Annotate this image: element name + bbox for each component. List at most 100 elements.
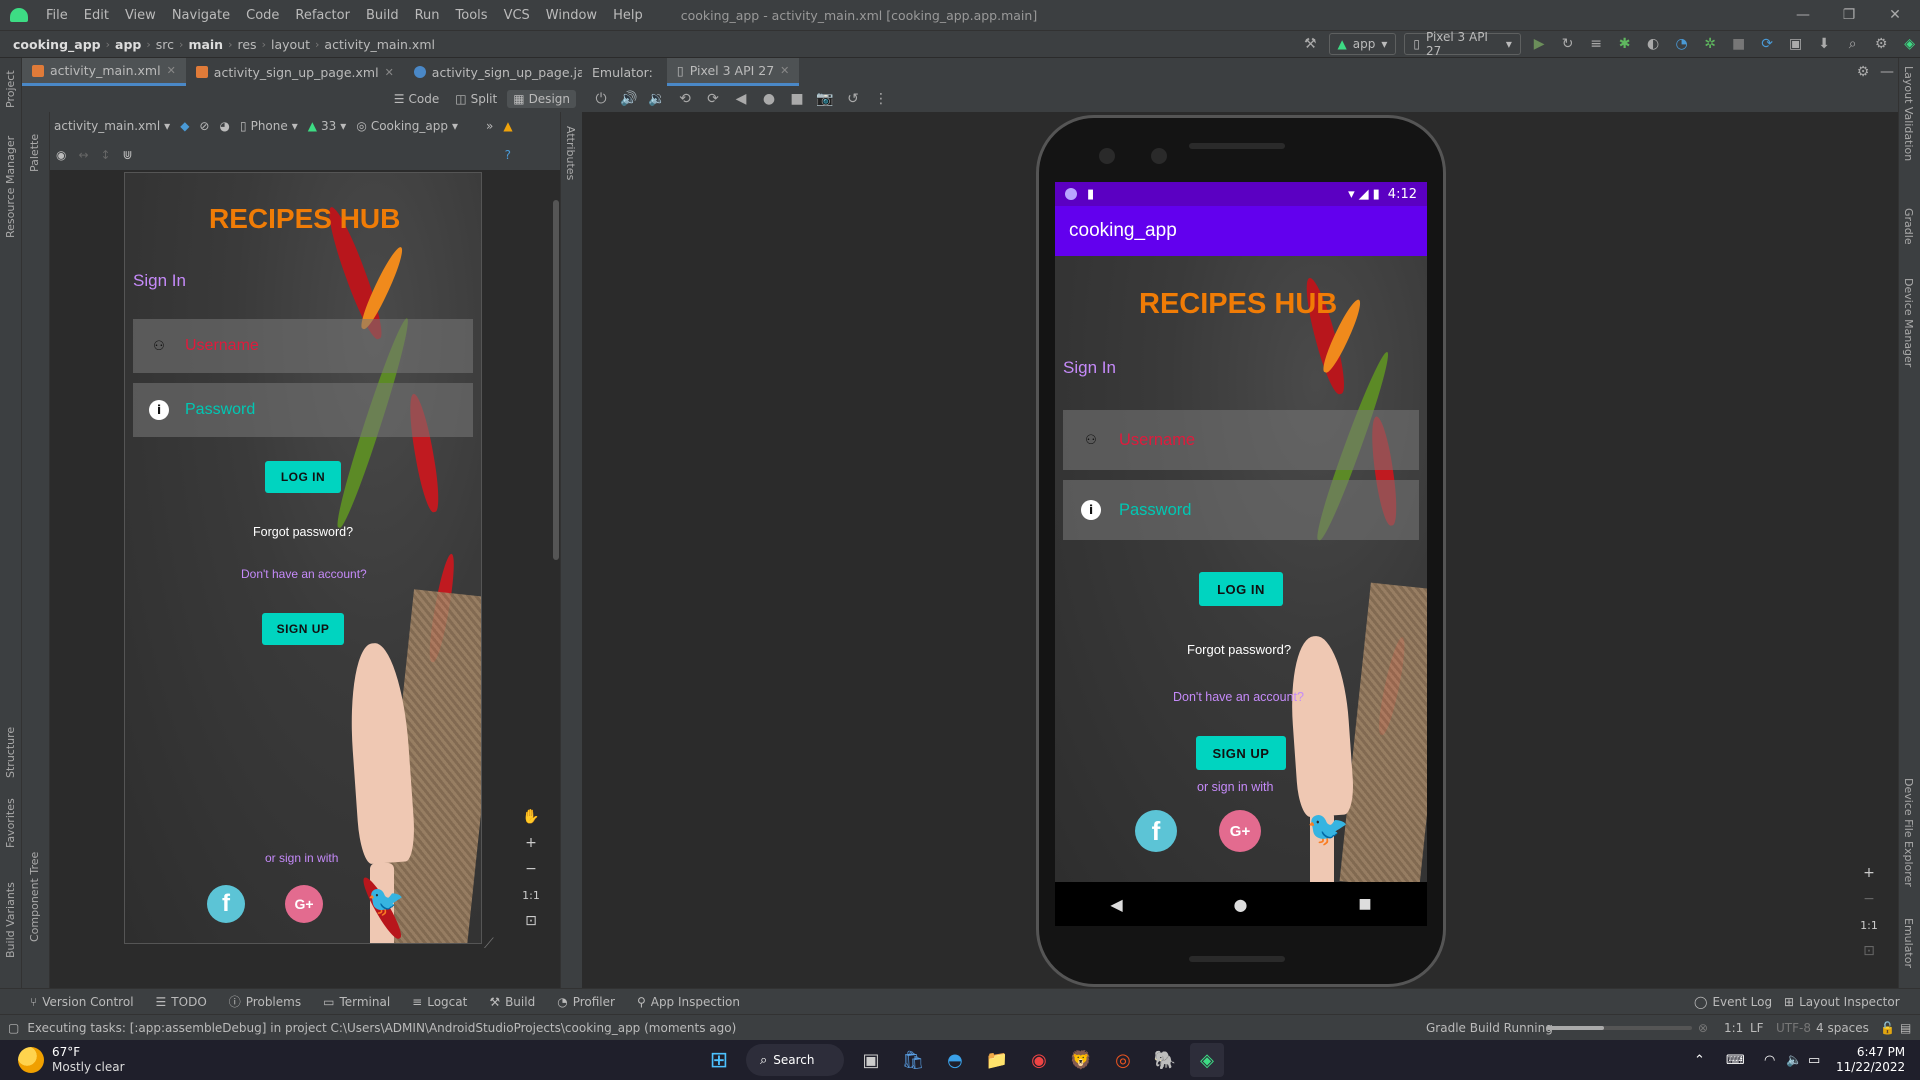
tool-build-variants[interactable]: Build Variants (4, 882, 17, 958)
debug-icon[interactable]: ✱ (1614, 33, 1635, 55)
keyboard-icon[interactable]: ⌨ (1726, 1053, 1745, 1068)
line-separator[interactable]: LF (1750, 1021, 1764, 1035)
zoom-to-fit-icon[interactable]: ⊡ (1858, 940, 1880, 962)
volume-icon[interactable]: 🔈 (1786, 1053, 1802, 1068)
login-button[interactable]: LOG IN (265, 461, 341, 493)
wifi-icon[interactable]: ◠ (1764, 1053, 1775, 1068)
menu-window[interactable]: Window (538, 8, 605, 23)
vertical-resize-icon[interactable]: ↕ (101, 148, 111, 162)
device-manager-icon[interactable]: ▣ (1785, 33, 1806, 55)
breadcrumb-file[interactable]: activity_main.xml (321, 37, 438, 52)
signup-button[interactable]: SIGN UP (1196, 736, 1286, 770)
tool-build[interactable]: ⚒ Build (489, 995, 535, 1009)
menu-tools[interactable]: Tools (448, 8, 496, 23)
weather-moon-icon[interactable] (18, 1047, 44, 1073)
tool-favorites[interactable]: Favorites (4, 798, 17, 848)
memory-icon[interactable]: ▤ (1900, 1021, 1911, 1035)
device-screen[interactable]: ▮ ▾ ◢ ▮ 4:12 cooking_app RECIPES HUB Sig… (1055, 182, 1427, 926)
sync-gradle-icon[interactable]: ⟳ (1757, 33, 1778, 55)
android-studio-icon[interactable]: ◈ (1899, 33, 1920, 55)
zoom-fit-button[interactable]: 1:1 (520, 884, 542, 906)
weather-widget[interactable]: 67°F Mostly clear (52, 1045, 125, 1075)
gear-icon[interactable]: ⚙ (1871, 33, 1892, 55)
attach-debugger-icon[interactable]: ✲ (1700, 33, 1721, 55)
signup-button[interactable]: SIGN UP (262, 613, 344, 645)
run-icon[interactable]: ▶ (1529, 33, 1550, 55)
facebook-icon[interactable]: f (207, 885, 245, 923)
nav-back-icon[interactable]: ◀ (1110, 895, 1122, 914)
windows-start-icon[interactable]: ⊞ (702, 1043, 736, 1077)
google-plus-icon[interactable]: G+ (285, 885, 323, 923)
device-type-select[interactable]: ▯ Phone ▾ (240, 119, 298, 133)
layout-preview[interactable]: RECIPES HUB Sign In ⚇ Username i Passwor… (124, 172, 482, 944)
coverage-icon[interactable]: ◐ (1643, 33, 1664, 55)
orientation-icon[interactable]: ⊘ (199, 119, 209, 133)
help-icon[interactable]: ? (505, 148, 511, 162)
menu-navigate[interactable]: Navigate (164, 8, 238, 23)
minimize-panel-icon[interactable]: — (1876, 61, 1898, 83)
nav-overview-icon[interactable]: ■ (1358, 896, 1371, 912)
overview-icon[interactable]: ■ (786, 88, 808, 110)
forgot-password-link[interactable]: Forgot password? (253, 525, 353, 539)
emulator-device-tab[interactable]: ▯ Pixel 3 API 27 ✕ (666, 58, 800, 86)
search-icon[interactable]: ⌕ (1842, 33, 1863, 55)
task-view-icon[interactable]: ▣ (854, 1043, 888, 1077)
minimize-icon[interactable]: — (1780, 0, 1826, 30)
cursor-position[interactable]: 1:1 (1724, 1021, 1743, 1035)
battery-icon[interactable]: ▭ (1808, 1053, 1820, 1068)
resize-handle-icon[interactable]: ⟋ (484, 936, 500, 952)
cancel-build-icon[interactable]: ⊗ (1698, 1021, 1708, 1035)
tool-todo[interactable]: ☰ TODO (156, 995, 207, 1009)
status-message[interactable]: Executing tasks: [:app:assembleDebug] in… (27, 1021, 736, 1035)
pan-hand-icon[interactable]: ✋ (520, 806, 542, 828)
close-icon[interactable]: ✕ (1872, 0, 1918, 30)
taskbar-search[interactable]: ⌕ Search (746, 1044, 844, 1076)
facebook-icon[interactable]: f (1135, 810, 1177, 852)
tool-layout-inspector[interactable]: ⊞ Layout Inspector (1784, 995, 1900, 1009)
run-config-select[interactable]: ▲ app ▾ (1328, 33, 1397, 55)
restore-icon[interactable]: ❐ (1826, 0, 1872, 30)
postgresql-icon[interactable]: 🐘 (1148, 1043, 1182, 1077)
rotate-right-icon[interactable]: ⟳ (702, 88, 724, 110)
no-account-link[interactable]: Don't have an account? (1173, 690, 1304, 704)
stop-icon[interactable]: ■ (1728, 33, 1749, 55)
tool-attributes[interactable]: Attributes (564, 126, 577, 180)
rotate-left-icon[interactable]: ⟲ (674, 88, 696, 110)
menu-file[interactable]: File (38, 8, 76, 23)
zoom-in-icon[interactable]: + (520, 832, 542, 854)
tool-event-log[interactable]: ◯ Event Log (1694, 995, 1772, 1009)
brave-icon[interactable]: 🦁 (1064, 1043, 1098, 1077)
sdk-manager-icon[interactable]: ⬇ (1814, 33, 1835, 55)
password-field[interactable]: i Password (133, 383, 473, 437)
profile-icon[interactable]: ◔ (1671, 33, 1692, 55)
hammer-icon[interactable]: ⚒ (1300, 33, 1321, 55)
twitter-icon[interactable]: 🐦 (1303, 806, 1353, 852)
tab-activity-main-xml[interactable]: activity_main.xml ✕ (22, 58, 186, 86)
more-icon[interactable]: » (486, 119, 493, 133)
tool-terminal[interactable]: ▭ Terminal (323, 995, 390, 1009)
login-button[interactable]: LOG IN (1199, 572, 1283, 606)
breadcrumb-module[interactable]: app (112, 37, 144, 52)
status-toggle-icon[interactable]: ▢ (8, 1021, 19, 1035)
lock-icon[interactable]: 🔓 (1880, 1021, 1895, 1035)
theme-select[interactable]: ◎ Cooking_app ▾ (356, 119, 458, 133)
device-select[interactable]: ▯ Pixel 3 API 27 ▾ (1404, 30, 1521, 58)
password-field[interactable]: i Password (1063, 480, 1419, 540)
tool-layout-validation[interactable]: Layout Validation (1902, 66, 1915, 161)
google-plus-icon[interactable]: G+ (1219, 810, 1261, 852)
forgot-password-link[interactable]: Forgot password? (1187, 642, 1291, 657)
tray-overflow-icon[interactable]: ⌃ (1694, 1053, 1705, 1068)
menu-view[interactable]: View (117, 8, 164, 23)
taskbar-clock[interactable]: 6:47 PM 11/22/2022 (1836, 1045, 1905, 1075)
store-icon[interactable]: 🛍 (896, 1043, 930, 1077)
menu-vcs[interactable]: VCS (496, 8, 538, 23)
magnet-icon[interactable]: ⋓ (123, 148, 133, 162)
twitter-icon[interactable]: 🐦 (363, 881, 409, 921)
ubuntu-icon[interactable]: ◎ (1106, 1043, 1140, 1077)
tool-device-manager[interactable]: Device Manager (1902, 278, 1915, 367)
code-mode-button[interactable]: ☰ Code (388, 90, 446, 108)
back-icon[interactable]: ◀ (730, 88, 752, 110)
warning-icon[interactable]: ▲ (503, 119, 512, 133)
username-field[interactable]: ⚇ Username (1063, 410, 1419, 470)
tool-palette[interactable]: Palette (28, 134, 41, 172)
